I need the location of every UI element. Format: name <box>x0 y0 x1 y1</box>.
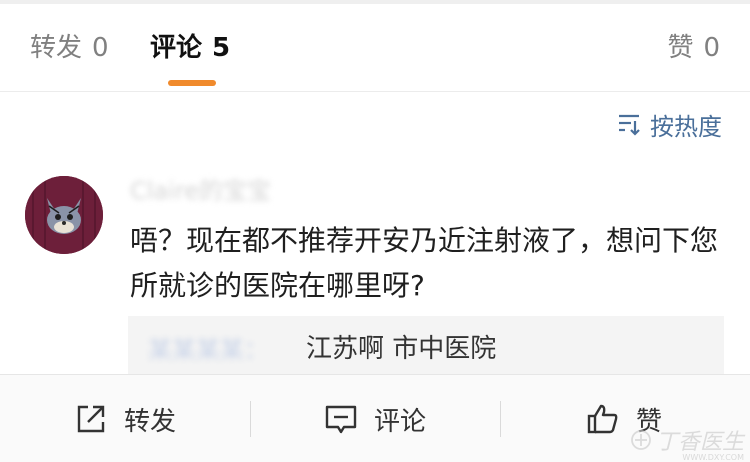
repost-label: 转发 <box>124 406 177 437</box>
comment-icon <box>325 405 357 434</box>
tab-like-count: 0 <box>703 33 720 63</box>
tab-comment-label: 评论 <box>150 33 203 63</box>
avatar[interactable] <box>25 176 103 254</box>
comment-label: 评论 <box>374 406 427 437</box>
tab-comment-count: 5 <box>212 33 231 63</box>
comment-text: 唔？现在都不推荐开安乃近注射液了，想问下您所就诊的医院在哪里呀? <box>130 224 719 302</box>
reply-text: 江苏啊 市中医院 <box>306 334 497 364</box>
action-divider <box>250 401 251 437</box>
watermark-text: 丁香医生 <box>655 430 744 455</box>
watermark: 丁香医生 <box>630 424 744 456</box>
tab-repost-label: 转发 <box>30 33 83 63</box>
share-icon <box>77 405 105 433</box>
tab-like-label: 赞 <box>667 33 694 63</box>
bottom-action-bar: 转发 评论 赞 丁香医生 WWW.DXY.COM <box>0 374 750 462</box>
tab-bar: 转发 0 评论 5 赞0 <box>0 4 750 92</box>
tab-like[interactable]: 赞0 <box>667 30 720 66</box>
cat-avatar-icon <box>25 176 103 254</box>
comment-username[interactable]: Claire的宝宝 <box>130 174 271 208</box>
action-divider <box>500 401 501 437</box>
tab-repost-count: 0 <box>92 33 109 63</box>
reply-username: 某某某某： <box>148 336 268 364</box>
sort-label: 按热度 <box>650 112 722 141</box>
watermark-logo-icon <box>631 430 651 450</box>
sort-icon <box>616 111 642 137</box>
watermark-url: WWW.DXY.COM <box>682 453 744 462</box>
tab-repost[interactable]: 转发 0 <box>30 30 109 66</box>
comment-button[interactable]: 评论 <box>324 375 426 462</box>
sort-by-hot-button[interactable]: 按热度 <box>616 108 722 141</box>
active-tab-indicator <box>168 80 216 86</box>
reply-preview[interactable]: 某某某某： 江苏啊 市中医院 <box>128 316 724 376</box>
tab-comment[interactable]: 评论 5 <box>150 30 230 66</box>
thumbs-up-icon <box>587 404 618 434</box>
repost-button[interactable]: 转发 <box>74 375 176 462</box>
